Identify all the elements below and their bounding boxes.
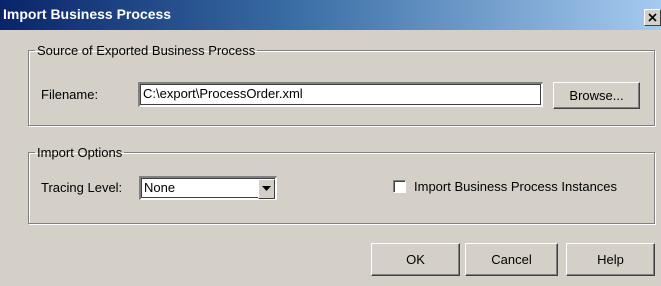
- chevron-down-icon: [262, 186, 271, 191]
- ok-button[interactable]: OK: [371, 243, 460, 276]
- filename-label: Filename:: [41, 87, 99, 102]
- tracing-level-select[interactable]: None: [139, 176, 277, 200]
- import-instances-label[interactable]: Import Business Process Instances: [414, 179, 617, 194]
- cancel-button[interactable]: Cancel: [465, 243, 558, 276]
- dropdown-button[interactable]: [258, 179, 275, 199]
- ok-button-label: OK: [406, 252, 425, 267]
- title-bar[interactable]: Import Business Process: [0, 0, 661, 30]
- help-button[interactable]: Help: [566, 243, 655, 276]
- close-icon: [648, 13, 657, 22]
- help-button-label: Help: [597, 252, 624, 267]
- tracing-level-value: None: [144, 180, 176, 195]
- browse-button-label: Browse...: [569, 88, 624, 103]
- window-title: Import Business Process: [3, 6, 172, 22]
- filename-value: C:\export\ProcessOrder.xml: [143, 86, 303, 101]
- close-button[interactable]: [644, 9, 661, 26]
- import-instances-checkbox[interactable]: [393, 180, 406, 193]
- tracing-level-label: Tracing Level:: [41, 180, 123, 195]
- browse-button[interactable]: Browse...: [553, 82, 640, 109]
- import-business-process-dialog: Import Business Process Source of Export…: [0, 0, 661, 286]
- import-options-legend: Import Options: [37, 145, 123, 160]
- source-group-legend: Source of Exported Business Process: [37, 43, 256, 58]
- filename-field[interactable]: C:\export\ProcessOrder.xml: [138, 82, 543, 107]
- cancel-button-label: Cancel: [491, 252, 532, 267]
